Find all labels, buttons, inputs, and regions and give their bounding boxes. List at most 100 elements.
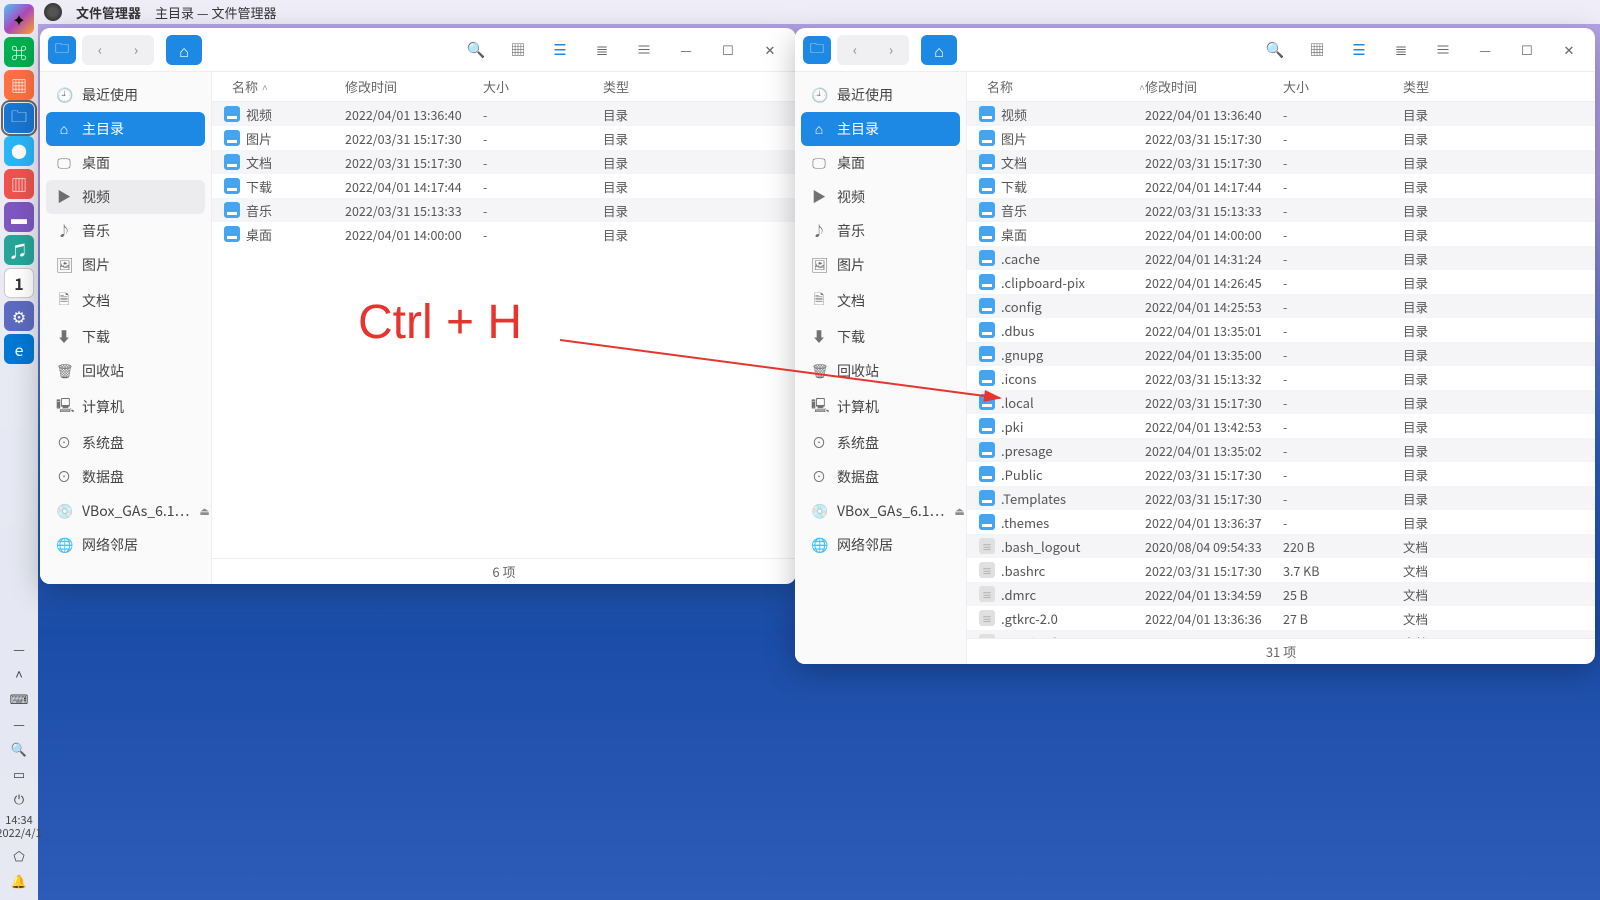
nav-back-button[interactable]: ‹	[82, 35, 118, 65]
file-row[interactable]: ▬.icons2022/03/31 15:13:32-目录	[967, 366, 1595, 390]
filemanager-icon[interactable]: 🗀	[4, 103, 34, 133]
nav-forward-button[interactable]: ›	[118, 35, 154, 65]
edge-icon[interactable]: e	[4, 334, 34, 364]
sidebar-item[interactable]: ⬇下载	[801, 320, 960, 354]
sidebar-item[interactable]: 💿VBox_GAs_6.1…⏏	[801, 494, 960, 528]
minimize-button[interactable]: —	[668, 35, 704, 65]
sidebar-item[interactable]: 🖼图片	[801, 248, 960, 282]
file-row[interactable]: ▬.Public2022/03/31 15:17:30-目录	[967, 462, 1595, 486]
file-row[interactable]: ▬音乐2022/03/31 15:13:33-目录	[212, 198, 796, 222]
list-view-button[interactable]: ☰	[1341, 35, 1377, 65]
file-row[interactable]: ▬.gnupg2022/04/01 13:35:00-目录	[967, 342, 1595, 366]
file-row[interactable]: ≡.gtkrc-2.02022/04/01 13:36:3627 B文档	[967, 606, 1595, 630]
file-row[interactable]: ▬视频2022/04/01 13:36:40-目录	[212, 102, 796, 126]
file-row[interactable]: ▬.themes2022/04/01 13:36:37-目录	[967, 510, 1595, 534]
file-row[interactable]: ≡.dmrc2022/04/01 13:34:5925 B文档	[967, 582, 1595, 606]
sidebar-item[interactable]: ⌂主目录	[46, 112, 205, 146]
col-name[interactable]: 名称˄	[220, 77, 345, 96]
music-icon[interactable]: ♫	[4, 235, 34, 265]
file-row[interactable]: ▬下载2022/04/01 14:17:44-目录	[212, 174, 796, 198]
menu-button[interactable]: ≡	[1425, 35, 1461, 65]
sidebar-item[interactable]: 🖵桌面	[46, 146, 205, 180]
file-row[interactable]: ▬.local2022/03/31 15:17:30-目录	[967, 390, 1595, 414]
sidebar-item[interactable]: 🖳计算机	[46, 388, 205, 426]
col-modified[interactable]: 修改时间	[1145, 77, 1283, 96]
col-type[interactable]: 类型	[603, 77, 788, 96]
col-name[interactable]: 名称˄	[975, 77, 1145, 96]
sidebar-item[interactable]: 🗎文档	[801, 282, 960, 320]
col-modified[interactable]: 修改时间	[345, 77, 483, 96]
shield-icon[interactable]: ⬠	[13, 846, 24, 865]
sidebar-item[interactable]: ⊙系统盘	[801, 426, 960, 460]
sidebar-item[interactable]: 🗑回收站	[46, 354, 205, 388]
file-row[interactable]: ▬图片2022/03/31 15:17:30-目录	[212, 126, 796, 150]
sidebar-item[interactable]: 🕘最近使用	[46, 78, 205, 112]
icon-view-button[interactable]: ▦	[1299, 35, 1335, 65]
file-row[interactable]: ▬.cache2022/04/01 14:31:24-目录	[967, 246, 1595, 270]
file-row[interactable]: ▬.config2022/04/01 14:25:53-目录	[967, 294, 1595, 318]
eject-icon[interactable]: ⏏	[199, 503, 209, 519]
col-size[interactable]: 大小	[483, 77, 603, 96]
eject-icon[interactable]: ⏏	[954, 503, 964, 519]
power-icon[interactable]: ⏻	[14, 789, 24, 808]
sidebar-item[interactable]: 💿VBox_GAs_6.1…⏏	[46, 494, 205, 528]
file-row[interactable]: ▬视频2022/04/01 13:36:40-目录	[967, 102, 1595, 126]
file-row[interactable]: ▬.clipboard-pix2022/04/01 14:26:45-目录	[967, 270, 1595, 294]
file-row[interactable]: ▬下载2022/04/01 14:17:44-目录	[967, 174, 1595, 198]
search-icon[interactable]: 🔍	[1257, 35, 1293, 65]
file-row[interactable]: ▬.Templates2022/03/31 15:17:30-目录	[967, 486, 1595, 510]
close-button[interactable]: ✕	[1551, 35, 1587, 65]
file-row[interactable]: ▬图片2022/03/31 15:17:30-目录	[967, 126, 1595, 150]
sidebar-item[interactable]: ▶视频	[46, 180, 205, 214]
terminal-icon[interactable]: ⌘	[4, 37, 34, 67]
calendar-icon[interactable]: 1	[4, 268, 34, 298]
keyboard-icon[interactable]: ⌨	[10, 689, 29, 708]
sidebar-item[interactable]: 🕘最近使用	[801, 78, 960, 112]
file-row[interactable]: ▬.dbus2022/04/01 13:35:01-目录	[967, 318, 1595, 342]
home-button[interactable]: ⌂	[166, 35, 202, 65]
col-type[interactable]: 类型	[1403, 77, 1587, 96]
file-row[interactable]: ≡.imwheelrc2022/04/01 13:36:28345 B文档	[967, 630, 1595, 638]
search-icon[interactable]: 🔍	[11, 739, 27, 758]
store-icon[interactable]: ▥	[4, 169, 34, 199]
system-logo-icon[interactable]	[44, 3, 62, 21]
notification-icon[interactable]: 🔔	[11, 871, 27, 890]
sidebar-item[interactable]: 🌐网络邻居	[46, 528, 205, 562]
maximize-button[interactable]: ☐	[1509, 35, 1545, 65]
display-icon[interactable]: ▭	[13, 764, 25, 783]
file-row[interactable]: ▬文档2022/03/31 15:17:30-目录	[212, 150, 796, 174]
file-row[interactable]: ▬桌面2022/04/01 14:00:00-目录	[212, 222, 796, 246]
sidebar-item[interactable]: 🗎文档	[46, 282, 205, 320]
col-size[interactable]: 大小	[1283, 77, 1403, 96]
nav-back-button[interactable]: ‹	[837, 35, 873, 65]
file-row[interactable]: ≡.bashrc2022/03/31 15:17:303.7 KB文档	[967, 558, 1595, 582]
sidebar-item[interactable]: ⬇下载	[46, 320, 205, 354]
file-row[interactable]: ▬.pki2022/04/01 13:42:53-目录	[967, 414, 1595, 438]
sidebar-item[interactable]: 🖳计算机	[801, 388, 960, 426]
settings-icon[interactable]: ⚙	[4, 301, 34, 331]
file-row[interactable]: ▬音乐2022/03/31 15:13:33-目录	[967, 198, 1595, 222]
launcher-icon[interactable]: ✦	[4, 4, 34, 34]
list-view-button[interactable]: ☰	[542, 35, 578, 65]
minimize-button[interactable]: —	[1467, 35, 1503, 65]
sidebar-item[interactable]: 🖼图片	[46, 248, 205, 282]
sidebar-item[interactable]: ♪音乐	[801, 214, 960, 248]
sidebar-item[interactable]: ⊙数据盘	[46, 460, 205, 494]
maximize-button[interactable]: ☐	[710, 35, 746, 65]
sidebar-item[interactable]: ⊙数据盘	[801, 460, 960, 494]
sidebar-item[interactable]: 🗑回收站	[801, 354, 960, 388]
tray-up-icon[interactable]: ˄	[15, 664, 23, 683]
compact-view-button[interactable]: ≣	[584, 35, 620, 65]
sidebar-item[interactable]: 🌐网络邻居	[801, 528, 960, 562]
file-row[interactable]: ≡.bash_logout2020/08/04 09:54:33220 B文档	[967, 534, 1595, 558]
browser-icon[interactable]: ●	[4, 136, 34, 166]
sidebar-item[interactable]: 🖵桌面	[801, 146, 960, 180]
sidebar-item[interactable]: ⌂主目录	[801, 112, 960, 146]
app-purple-icon[interactable]: ▬	[4, 202, 34, 232]
nav-forward-button[interactable]: ›	[873, 35, 909, 65]
close-button[interactable]: ✕	[752, 35, 788, 65]
file-row[interactable]: ▬文档2022/03/31 15:17:30-目录	[967, 150, 1595, 174]
compact-view-button[interactable]: ≣	[1383, 35, 1419, 65]
menu-button[interactable]: ≡	[626, 35, 662, 65]
home-button[interactable]: ⌂	[921, 35, 957, 65]
